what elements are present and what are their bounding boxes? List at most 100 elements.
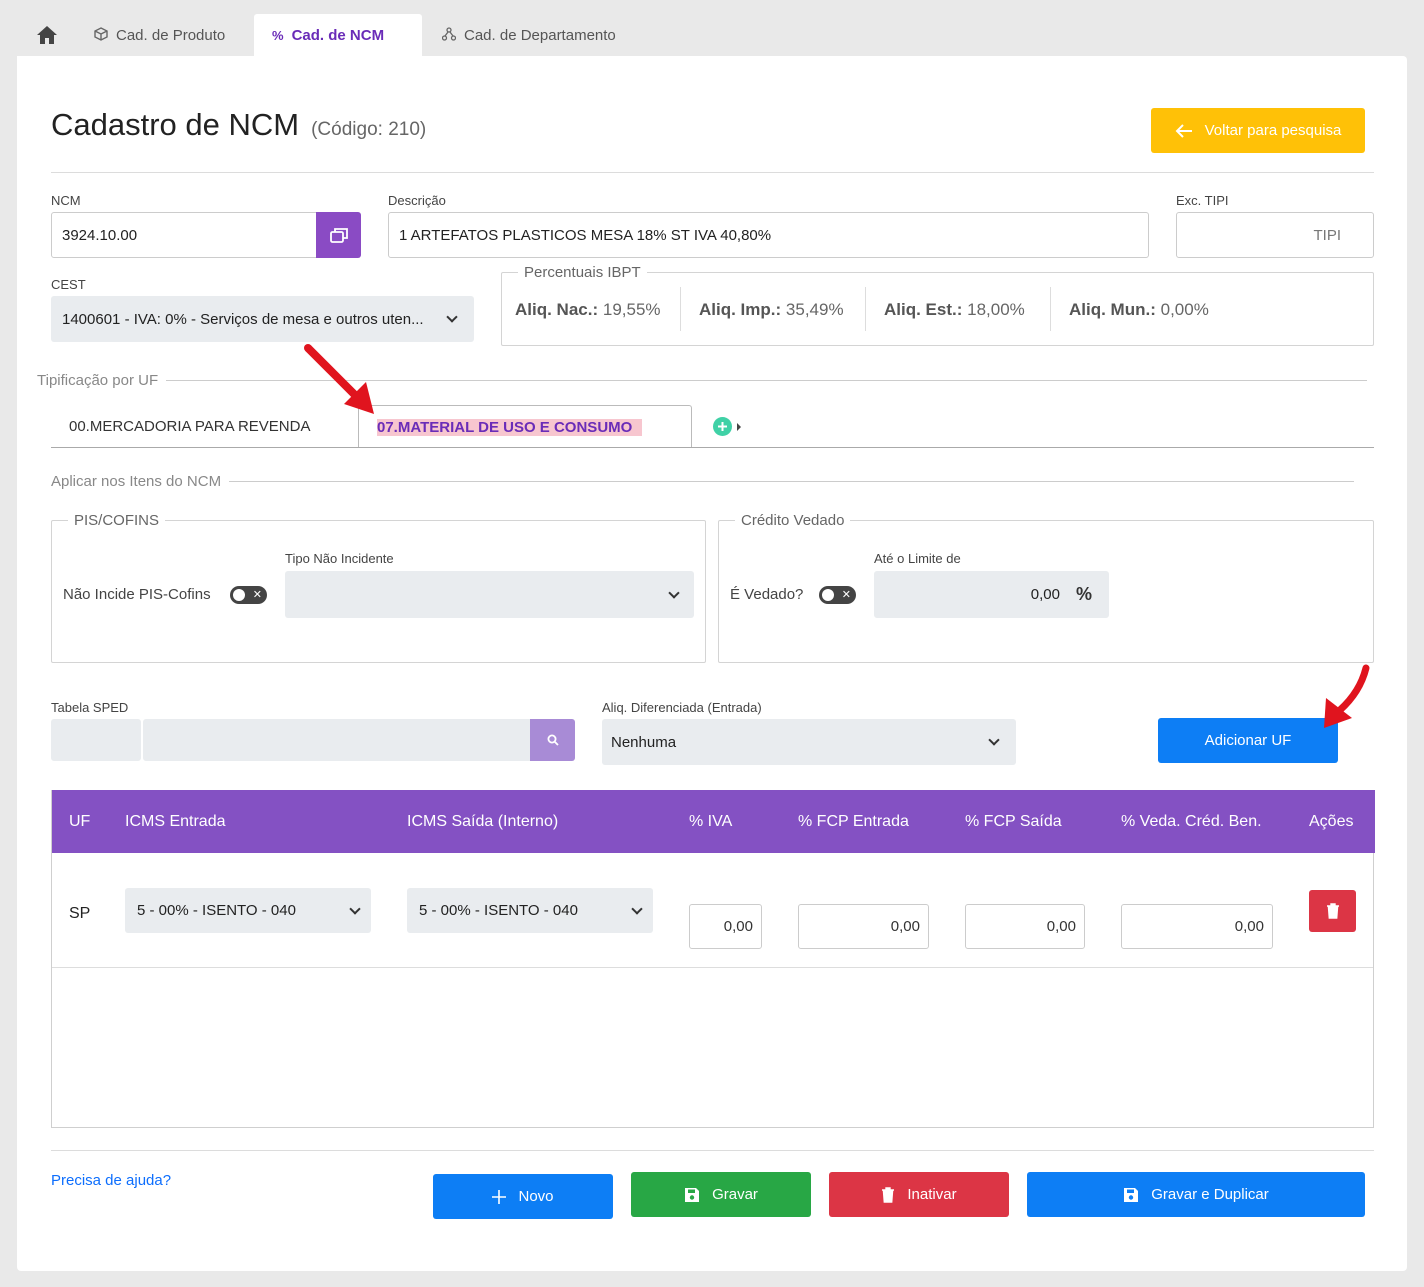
divider xyxy=(865,287,866,331)
tab-cad-departamento-label: Cad. de Departamento xyxy=(464,26,616,44)
window-restore-icon xyxy=(329,228,348,243)
descricao-label: Descrição xyxy=(388,193,446,208)
percent-icon: % xyxy=(272,27,284,43)
home-tab[interactable] xyxy=(24,14,70,56)
tipo-nao-incidente-label: Tipo Não Incidente xyxy=(285,551,394,566)
fcp-saida-input[interactable]: 0,00 xyxy=(965,904,1085,949)
sitemap-icon xyxy=(441,26,457,44)
tab-cad-departamento[interactable]: Cad. de Departamento xyxy=(424,14,634,56)
annotation-arrow-icon xyxy=(1324,664,1370,728)
add-tab-button[interactable] xyxy=(713,417,742,436)
th-iva: % IVA xyxy=(689,812,733,830)
aplicar-section: Aplicar nos Itens do NCM xyxy=(51,473,1354,490)
icms-saida-select[interactable]: 5 - 00% - ISENTO - 040 xyxy=(407,888,653,933)
tipificacao-section: Tipificação por UF xyxy=(37,372,1367,389)
chevron-down-icon xyxy=(631,902,643,915)
tab-cad-produto[interactable]: Cad. de Produto xyxy=(76,14,243,56)
chevron-down-icon xyxy=(988,734,1000,746)
th-uf: UF xyxy=(69,812,91,830)
gravar-duplicar-button[interactable]: Gravar e Duplicar xyxy=(1027,1172,1365,1217)
th-fcp-saida: % FCP Saída xyxy=(965,812,1062,830)
divider xyxy=(680,287,681,331)
veda-cred-input[interactable]: 0,00 xyxy=(1121,904,1273,949)
pis-cofins-legend: PIS/COFINS xyxy=(74,512,160,529)
trash-icon xyxy=(882,1186,895,1203)
tab-cad-ncm-label: Cad. de NCM xyxy=(291,26,385,44)
ibpt-nac: Aliq. Nac.: 19,55% xyxy=(515,300,661,319)
credito-vedado-legend: Crédito Vedado xyxy=(741,512,845,529)
chevron-down-icon xyxy=(349,902,361,915)
tab-cad-ncm[interactable]: % Cad. de NCM xyxy=(254,14,422,56)
chevron-down-icon xyxy=(668,586,680,599)
divider xyxy=(51,172,1374,173)
inativar-button[interactable]: Inativar xyxy=(829,1172,1009,1217)
divider xyxy=(51,447,1374,448)
th-acoes: Ações xyxy=(1309,812,1354,830)
ibpt-est: Aliq. Est.: 18,00% xyxy=(884,300,1025,319)
uf-table: UF ICMS Entrada ICMS Saída (Interno) % I… xyxy=(51,790,1375,1128)
vedado-label: É Vedado? xyxy=(730,586,804,603)
save-icon xyxy=(1124,1187,1139,1202)
page-title: Cadastro de NCM (Código: 210) xyxy=(51,107,426,143)
descricao-input[interactable]: 1 ARTEFATOS PLASTICOS MESA 18% ST IVA 40… xyxy=(388,212,1149,258)
th-icms-entrada: ICMS Entrada xyxy=(125,812,226,830)
th-icms-saida: ICMS Saída (Interno) xyxy=(407,812,559,830)
annotation-arrow-icon xyxy=(304,344,374,414)
delete-row-button[interactable] xyxy=(1309,890,1356,932)
novo-button[interactable]: Novo xyxy=(433,1174,613,1219)
gravar-button[interactable]: Gravar xyxy=(631,1172,811,1217)
aliq-diferenciada-label: Aliq. Diferenciada (Entrada) xyxy=(602,700,762,715)
save-icon xyxy=(685,1187,700,1202)
icms-entrada-select[interactable]: 5 - 00% - ISENTO - 040 xyxy=(125,888,371,933)
top-tab-bar: Cad. de Produto % Cad. de NCM Cad. de De… xyxy=(0,0,1424,56)
ibpt-legend: Percentuais IBPT xyxy=(524,264,641,281)
close-icon: ✕ xyxy=(841,589,851,601)
ibpt-mun: Aliq. Mun.: 0,00% xyxy=(1069,300,1209,319)
cest-select[interactable]: 1400601 - IVA: 0% - Serviços de mesa e o… xyxy=(51,296,474,342)
table-header: UF ICMS Entrada ICMS Saída (Interno) % I… xyxy=(52,790,1375,853)
limite-label: Até o Limite de xyxy=(874,551,961,566)
tabela-sped-code-input[interactable] xyxy=(51,719,141,761)
page-title-text: Cadastro de NCM xyxy=(51,107,300,142)
plus-circle-icon xyxy=(713,417,732,436)
search-icon xyxy=(547,734,559,746)
ncm-lookup-button[interactable] xyxy=(316,212,361,258)
record-code: (Código: 210) xyxy=(311,119,427,140)
trash-icon xyxy=(1326,903,1339,919)
ncm-label: NCM xyxy=(51,193,81,208)
box-icon xyxy=(94,26,108,44)
iva-input[interactable]: 0,00 xyxy=(689,904,762,949)
ibpt-imp: Aliq. Imp.: 35,49% xyxy=(699,300,844,319)
tipi-input[interactable]: TIPI xyxy=(1176,212,1374,258)
sped-search-button[interactable] xyxy=(530,719,575,761)
chevron-down-icon xyxy=(446,311,458,323)
pis-toggle-label: Não Incide PIS-Cofins xyxy=(63,586,211,603)
tabela-sped-desc-input[interactable] xyxy=(143,719,531,761)
vedado-toggle[interactable]: ✕ xyxy=(819,586,856,604)
ncm-input[interactable]: 3924.10.00 xyxy=(51,212,317,258)
row-uf: SP xyxy=(69,905,91,922)
tab-cad-produto-label: Cad. de Produto xyxy=(116,26,226,44)
tipo-nao-incidente-select[interactable] xyxy=(285,571,694,618)
add-uf-button[interactable]: Adicionar UF xyxy=(1158,718,1338,763)
close-icon: ✕ xyxy=(252,589,262,601)
divider xyxy=(51,1150,1374,1151)
limite-input[interactable]: 0,00 xyxy=(874,571,1109,618)
th-fcp-entrada: % FCP Entrada xyxy=(798,812,909,830)
tabela-sped-label: Tabela SPED xyxy=(51,700,129,715)
aliq-diferenciada-select[interactable]: Nenhuma xyxy=(602,719,1016,765)
pis-toggle[interactable]: ✕ xyxy=(230,586,267,604)
th-veda-cred: % Veda. Créd. Ben. xyxy=(1121,812,1262,830)
home-icon xyxy=(37,26,57,44)
plus-icon xyxy=(492,1189,507,1204)
arrow-left-icon xyxy=(1175,123,1192,138)
fcp-entrada-input[interactable]: 0,00 xyxy=(798,904,929,949)
cest-label: CEST xyxy=(51,277,86,292)
caret-right-icon xyxy=(737,422,741,431)
tipi-label: Exc. TIPI xyxy=(1176,193,1229,208)
back-to-search-button[interactable]: Voltar para pesquisa xyxy=(1151,108,1365,153)
percent-icon: % xyxy=(1076,584,1093,604)
tab-uf-uso-consumo[interactable]: 07.MATERIAL DE USO E CONSUMO xyxy=(358,405,692,448)
help-link[interactable]: Precisa de ajuda? xyxy=(51,1172,171,1189)
divider xyxy=(1050,287,1051,331)
